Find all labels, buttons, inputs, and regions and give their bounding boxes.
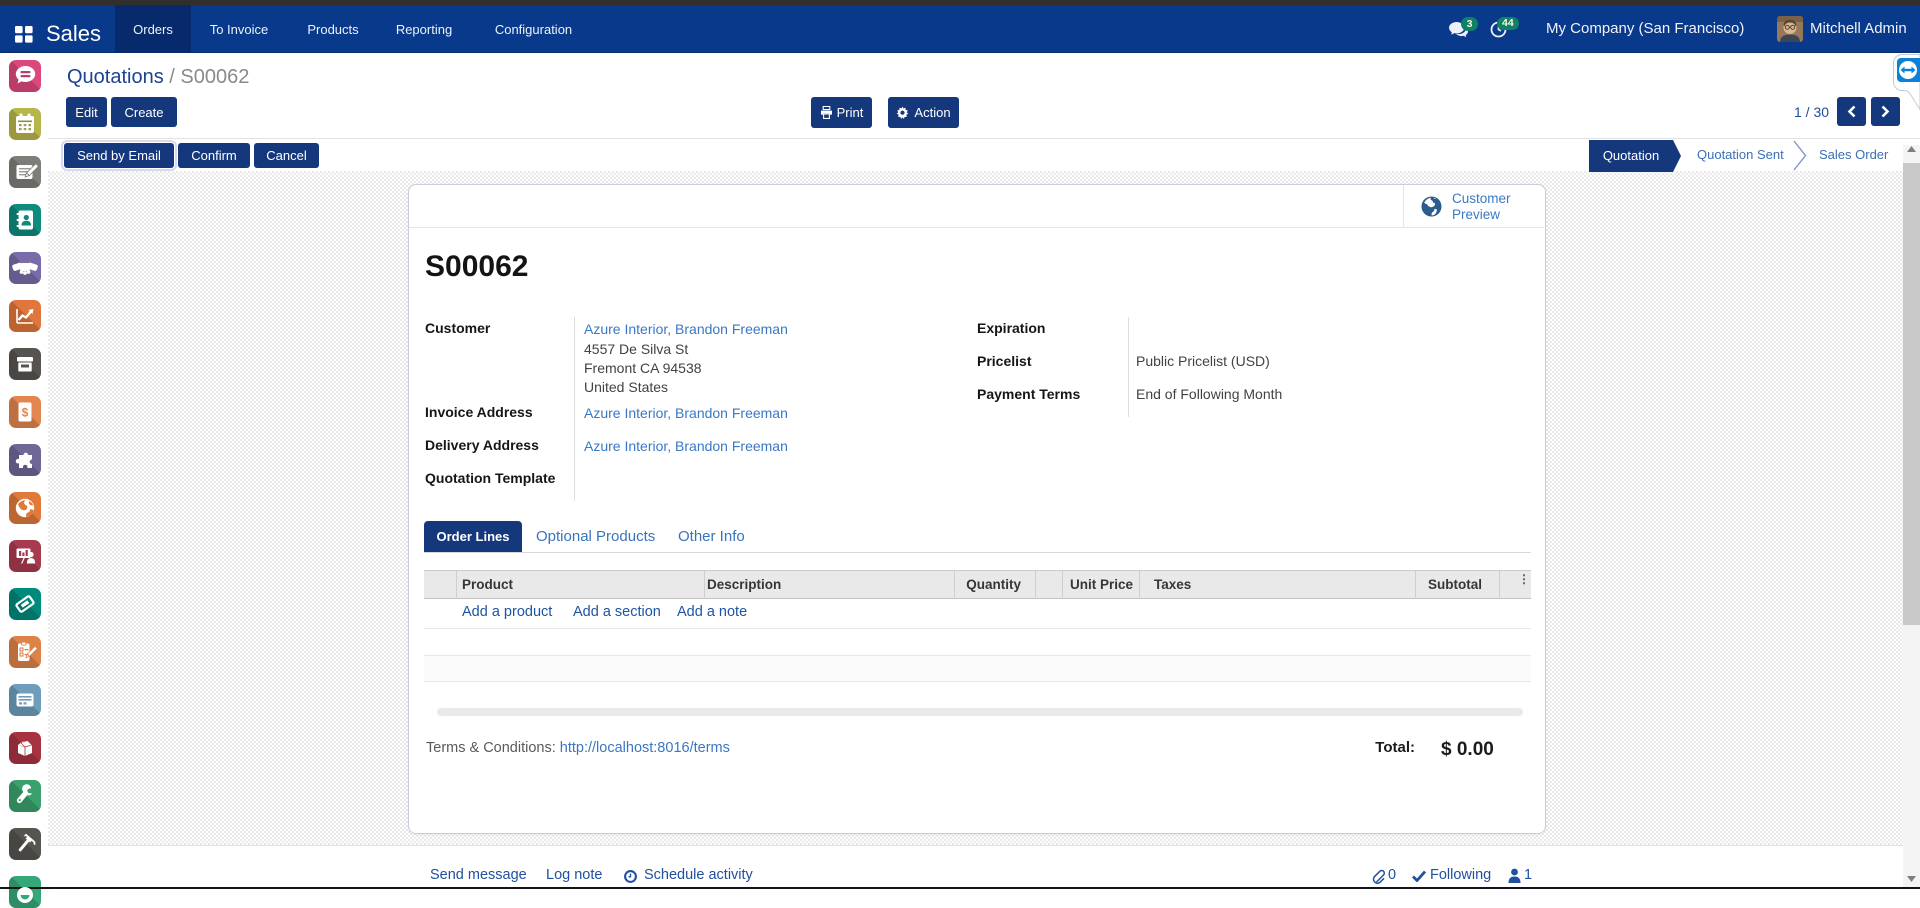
- svg-text:$: $: [22, 406, 29, 420]
